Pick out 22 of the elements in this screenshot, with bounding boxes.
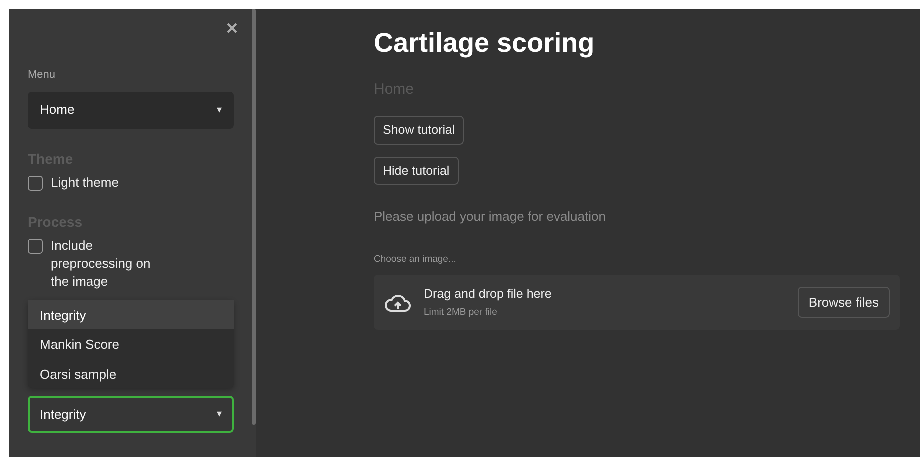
cloud-upload-icon	[384, 292, 412, 313]
scrollbar[interactable]	[252, 9, 256, 425]
close-button[interactable]: ×	[226, 19, 238, 39]
file-dropzone[interactable]: Drag and drop file here Limit 2MB per file Browse files	[374, 275, 900, 330]
checkbox[interactable]	[28, 176, 43, 190]
checkbox-label: Include preprocessing on the image	[51, 236, 152, 290]
page-title: Cartilage scoring	[374, 27, 596, 60]
model-select[interactable]: Integrity ▾	[28, 396, 234, 433]
drop-text: Drag and drop file here	[424, 286, 553, 304]
dropdown-option[interactable]: Mankin Score	[28, 329, 234, 358]
dropdown-option[interactable]: Oarsi sample	[28, 358, 234, 388]
instruction-text: Please upload your image for evaluation	[374, 208, 607, 226]
menu-select[interactable]: Home ▾	[28, 92, 234, 128]
tutorial-button[interactable]: Hide tutorial	[374, 156, 459, 186]
menu-label: Menu	[28, 68, 57, 83]
dropdown-option[interactable]: Integrity	[28, 300, 234, 329]
browse-files-button[interactable]: Browse files	[798, 286, 890, 318]
checkbox-label: Light theme	[51, 174, 119, 192]
tutorial-button[interactable]: Show tutorial	[374, 116, 464, 145]
file-limit-text: Limit 2MB per file	[424, 306, 498, 320]
uploader-label: Choose an image...	[374, 252, 458, 267]
checkbox[interactable]	[28, 238, 43, 254]
